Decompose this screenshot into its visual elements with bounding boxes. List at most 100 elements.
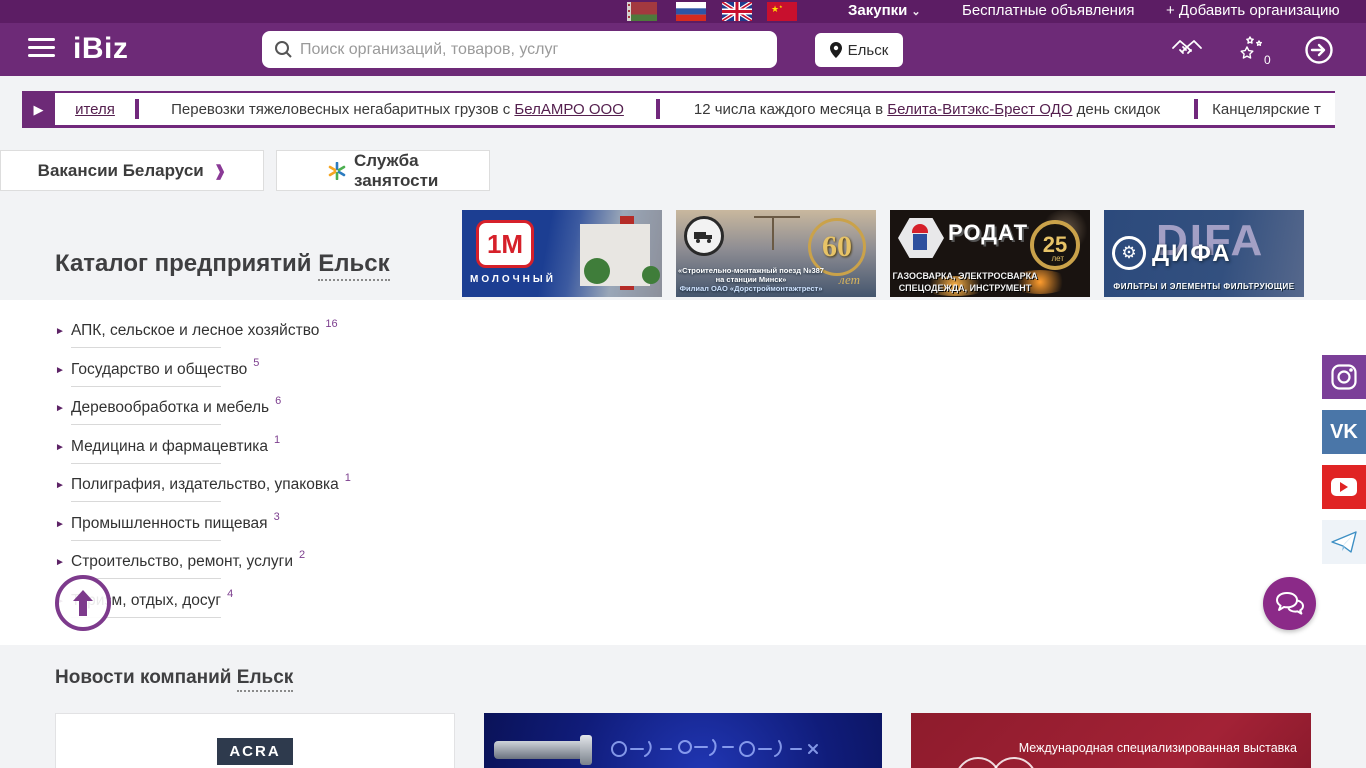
banner-logo: 1М [476, 220, 534, 268]
category-item[interactable]: ► Медицина и фармацевтика 1 [55, 434, 280, 464]
ticker-item[interactable]: 12 числа каждого месяца в Белита-Витэкс-… [660, 101, 1194, 118]
category-item[interactable]: ► Полиграфия, издательство, упаковка 1 [55, 472, 351, 502]
banner-smp-387[interactable]: 60 лет «Строительно-монтажный поезд №387… [676, 210, 876, 297]
news-card-exhibition[interactable]: Международная специализированная выставк… [911, 713, 1311, 768]
site-logo[interactable]: iBiz [73, 32, 128, 66]
category-item[interactable]: ► Строительство, ремонт, услуги 2 [55, 549, 305, 579]
banner-difa[interactable]: DIFA ⚙ ДИФА ФИЛЬТРЫ И ЭЛЕМЕНТЫ ФИЛЬТРУЮЩ… [1104, 210, 1304, 297]
category-label[interactable]: АПК, сельское и лесное хозяйство [71, 322, 319, 340]
page: ★ ★ Закупки ⌄ Бесплатные объявления + Доба… [0, 0, 1366, 768]
page-title: Каталог предприятий Ельск [55, 250, 390, 281]
category-count: 5 [253, 357, 260, 369]
instagram-icon[interactable] [1322, 355, 1366, 399]
category-item[interactable]: ► Деревообработка и мебель 6 [55, 395, 281, 425]
category-label[interactable]: Полиграфия, издательство, упаковка [71, 476, 339, 494]
lab-equipment-decor [494, 735, 592, 765]
banner-1m-molochny[interactable]: 1М МОЛОЧНЫЙ [462, 210, 662, 297]
chat-bubbles-icon [1275, 591, 1304, 615]
ticker-item[interactable]: ителя [55, 101, 135, 118]
hamburger-menu-icon[interactable] [28, 38, 55, 60]
category-label[interactable]: Деревообработка и мебель [71, 399, 269, 417]
search-icon [274, 40, 293, 64]
belarus-flag-icon[interactable] [627, 2, 657, 21]
category-count: 2 [299, 549, 306, 561]
ticker-link[interactable]: БелАМРО ООО [514, 101, 623, 118]
triangle-bullet-icon: ► [55, 403, 65, 414]
uk-flag-icon[interactable] [722, 2, 752, 21]
divider [71, 347, 221, 348]
arrow-up-icon [73, 590, 93, 616]
double-chevron-icon: ❱ [213, 162, 227, 180]
ticker-link[interactable]: Белита-Витэкс-Брест ОДО [887, 101, 1072, 118]
employment-service-button[interactable]: Служба занятости [276, 150, 490, 191]
ticker-link[interactable]: ителя [75, 101, 115, 118]
gear-icon: ⚙ [1112, 236, 1146, 270]
chat-button[interactable] [1263, 577, 1316, 630]
city-selector-button[interactable]: Ельск [815, 33, 903, 67]
employment-service-icon [328, 161, 346, 180]
triangle-bullet-icon: ► [55, 442, 65, 453]
triangle-bullet-icon: ► [55, 365, 65, 376]
category-label[interactable]: Строительство, ремонт, услуги [71, 553, 293, 571]
divider [71, 501, 221, 502]
banner-rodat[interactable]: РОДАТ 25 лет ГАЗОСВАРКА, ЭЛЕКТРОСВАРКА С… [890, 210, 1090, 297]
triangle-bullet-icon: ► [55, 480, 65, 491]
zakupki-menu[interactable]: Закупки ⌄ [848, 0, 921, 23]
divider [71, 424, 221, 425]
category-item[interactable]: ► Государство и общество 5 [55, 357, 259, 387]
news-title-text: Новости компаний [55, 667, 232, 688]
category-count: 3 [273, 511, 280, 523]
russia-flag-icon[interactable] [676, 2, 706, 21]
divider [71, 540, 221, 541]
triangle-bullet-icon: ► [55, 519, 65, 530]
ticker-text: Перевозки тяжеловесных негабаритных груз… [171, 100, 511, 118]
category-item[interactable]: ► АПК, сельское и лесное хозяйство 16 [55, 318, 338, 348]
free-ads-link[interactable]: Бесплатные объявления [962, 0, 1134, 23]
category-label[interactable]: Промышленность пищевая [71, 515, 268, 533]
handshake-icon[interactable] [1170, 35, 1204, 68]
ticker-play-icon[interactable]: ▶ [22, 91, 55, 128]
page-title-text: Каталог предприятий [55, 250, 312, 277]
vk-icon[interactable]: VK [1322, 410, 1366, 454]
svg-text:★: ★ [771, 4, 779, 14]
news-card-acra[interactable]: ACRA ПРИСВОИЛО РУП «БЕЛОРУССКАЯ НАЦИОНАЛ… [55, 713, 455, 768]
favorites-count: 0 [1264, 53, 1271, 67]
catalog-section: ► АПК, сельское и лесное хозяйство 1 6 ► Гос… [0, 300, 1366, 645]
banner-text: «Строительно-монтажный поезд №387 на ста… [678, 266, 824, 293]
chevron-down-icon: ⌄ [911, 6, 921, 18]
ticker-item[interactable]: Канцелярские т [1198, 101, 1335, 118]
news-title-city[interactable]: Ельск [236, 667, 294, 692]
ticker-text: Канцелярские т [1212, 100, 1321, 118]
telegram-icon[interactable] [1322, 520, 1366, 564]
search-bar [262, 31, 777, 68]
banner-title: ДИФА [1152, 240, 1232, 267]
category-label[interactable]: Медицина и фармацевтика [71, 438, 268, 456]
main-header: iBiz Ельск 0 [0, 23, 1366, 76]
news-title: Новости компаний Ельск [55, 667, 294, 692]
category-count: 1 [344, 472, 351, 484]
news-card-chemistry[interactable] [484, 713, 882, 768]
zakupki-label: Закупки [848, 2, 908, 19]
acra-logo: ACRA [217, 738, 293, 765]
page-title-city[interactable]: Ельск [318, 250, 390, 281]
ticker-item[interactable]: Перевозки тяжеловесных негабаритных груз… [139, 101, 656, 118]
category-label[interactable]: Государство и общество [71, 361, 247, 379]
triangle-bullet-icon: ► [55, 326, 65, 337]
login-icon[interactable] [1304, 35, 1334, 70]
category-count: 1 [274, 434, 281, 446]
city-label: Ельск [847, 41, 889, 59]
add-organization-link[interactable]: + Добавить организацию [1166, 0, 1340, 23]
china-flag-icon[interactable]: ★ ★ [767, 2, 797, 21]
vacancies-button[interactable]: Вакансии Беларуси ❱ [0, 150, 264, 191]
svg-text:★: ★ [779, 4, 783, 9]
category-item[interactable]: ► Промышленность пищевая 3 [55, 511, 280, 541]
exhibition-logo-decor [991, 757, 1037, 768]
divider [71, 463, 221, 464]
divider [71, 386, 221, 387]
scroll-to-top-button[interactable] [55, 575, 111, 631]
youtube-icon[interactable] [1322, 465, 1366, 509]
location-pin-icon [829, 42, 842, 58]
banner-title: РОДАТ [948, 220, 1029, 245]
category-count: 6 [275, 395, 282, 407]
search-input[interactable] [300, 31, 770, 68]
